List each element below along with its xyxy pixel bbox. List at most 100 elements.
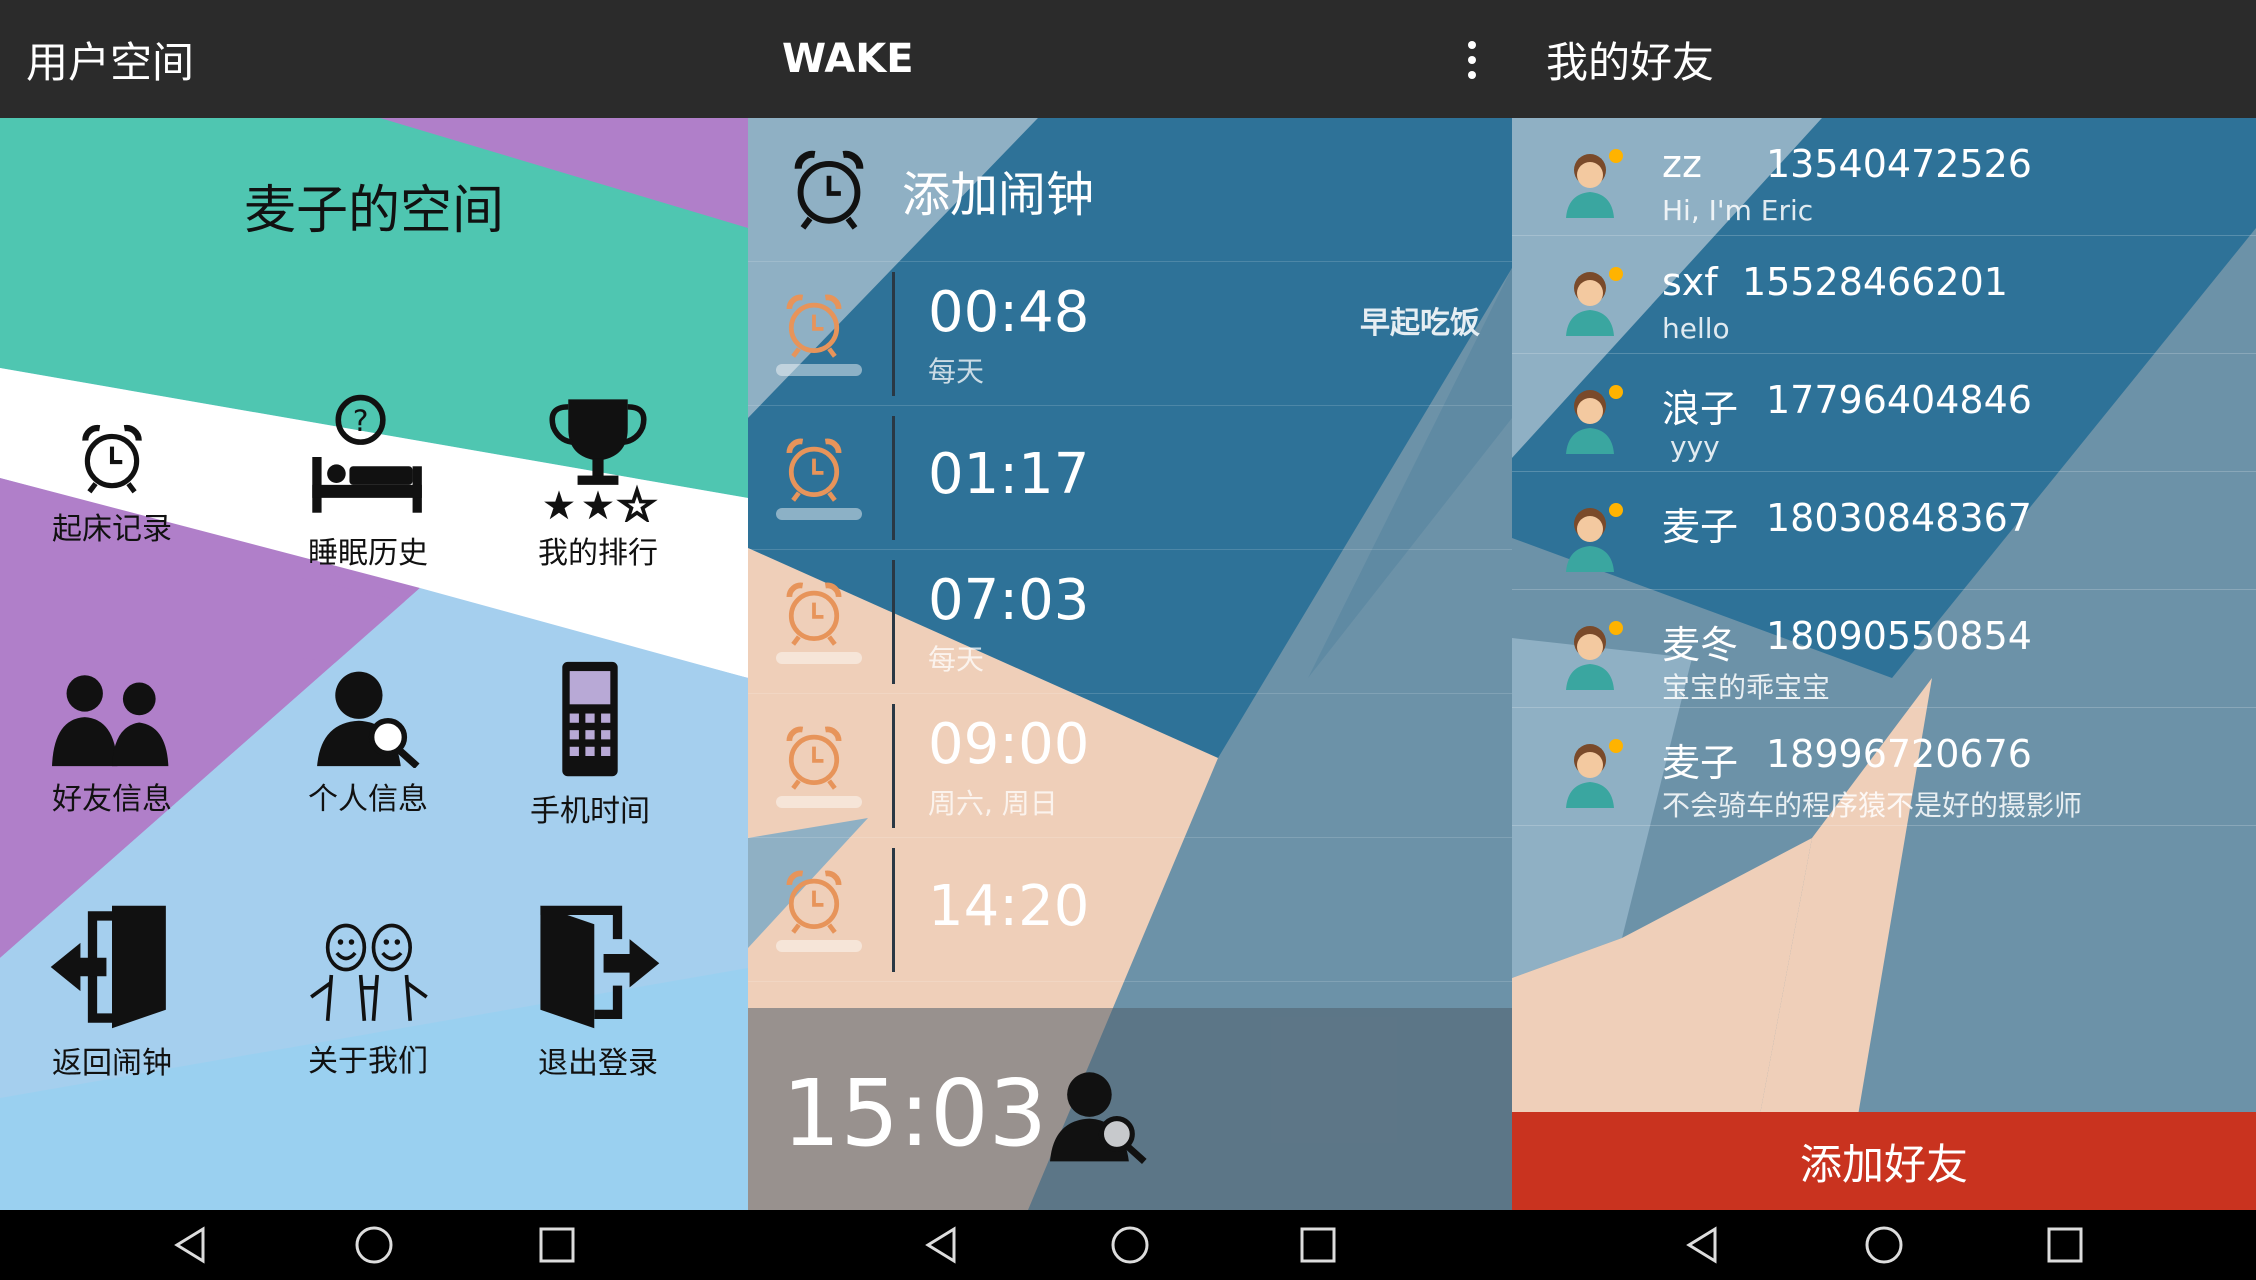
alarm-item[interactable]: 09:00 周六, 周日 [748, 694, 1512, 838]
tile-wake-records[interactable]: 起床记录 [12, 420, 212, 548]
mobile-phone-icon [562, 661, 618, 777]
alarm-toggle[interactable] [776, 508, 862, 520]
tile-label: 我的排行 [538, 536, 658, 571]
friend-phone: 17796404846 [1766, 378, 2032, 422]
friend-phone: 13540472526 [1766, 142, 2032, 186]
svg-text:?: ? [353, 404, 369, 439]
recents-icon[interactable] [535, 1223, 579, 1267]
alarm-item[interactable]: 01:17 [748, 406, 1512, 550]
avatar-icon [1566, 149, 1623, 218]
home-icon[interactable] [1862, 1223, 1906, 1267]
alarm-time: 00:48 [928, 280, 1090, 345]
overflow-menu-icon[interactable] [1466, 40, 1478, 80]
bed-question-icon: ? [312, 394, 422, 513]
alarm-clock-icon [778, 866, 850, 938]
avatar-icon [1566, 503, 1623, 572]
friend-item[interactable]: sxf 15528466201 hello [1512, 236, 2256, 354]
alarm-item[interactable]: 14:20 [748, 838, 1512, 982]
current-time-bar: 15:03 [748, 1008, 1512, 1210]
add-alarm-row[interactable]: 添加闹钟 [748, 118, 1512, 262]
friend-name: 麦冬 [1662, 623, 1739, 667]
home-icon[interactable] [1108, 1223, 1152, 1267]
add-alarm-label: 添加闹钟 [902, 166, 1095, 223]
wake-alarm-screen: WAKE 添加闹钟 00:48 每天 早起吃饭 01:17 07:03 每天 0… [748, 0, 1512, 1280]
alarm-clock-icon [778, 578, 850, 650]
alarm-time: 07:03 [928, 568, 1090, 633]
back-icon[interactable] [169, 1223, 213, 1267]
tile-sleep-history[interactable]: ? 睡眠历史 [268, 392, 468, 572]
divider [892, 272, 895, 396]
tile-phone-time[interactable]: 手机时间 [490, 660, 690, 830]
alarm-clock-icon [778, 290, 850, 362]
system-nav-bar [1512, 1210, 2256, 1280]
tile-label: 好友信息 [52, 782, 172, 817]
alarm-note: 早起吃饭 [1360, 306, 1480, 341]
add-friend-button[interactable]: 添加好友 [1512, 1112, 2256, 1210]
person-search-icon[interactable] [1038, 1056, 1158, 1176]
home-icon[interactable] [352, 1223, 396, 1267]
friend-phone: 15528466201 [1742, 260, 2008, 304]
happy-people-icon [310, 923, 428, 1021]
back-icon[interactable] [920, 1223, 964, 1267]
divider [892, 416, 895, 540]
tile-my-ranking[interactable]: 我的排行 [498, 392, 698, 572]
alarm-time: 09:00 [928, 712, 1090, 777]
friend-name: 麦子 [1662, 505, 1739, 549]
app-bar-title: 用户空间 [26, 37, 195, 87]
alarm-toggle[interactable] [776, 652, 862, 664]
door-exit-icon [540, 905, 660, 1029]
alarm-toggle[interactable] [776, 940, 862, 952]
friend-message: 不会骑车的程序猿不是好的摄影师 [1662, 789, 2083, 822]
divider [892, 848, 895, 972]
friend-item[interactable]: 麦子 18030848367 [1512, 472, 2256, 590]
friend-name: 浪子 [1662, 387, 1739, 431]
tile-label: 手机时间 [530, 794, 650, 829]
tile-label: 睡眠历史 [308, 536, 428, 571]
alarm-toggle[interactable] [776, 796, 862, 808]
back-icon[interactable] [1681, 1223, 1725, 1267]
current-time: 15:03 [782, 1060, 1048, 1167]
divider [892, 560, 895, 684]
avatar-icon [1566, 739, 1623, 808]
app-bar-title: 我的好友 [1546, 37, 1715, 87]
tile-logout[interactable]: 退出登录 [498, 902, 698, 1082]
tile-label: 个人信息 [308, 782, 428, 817]
alarm-time: 14:20 [928, 874, 1090, 939]
user-space-screen: 用户空间 麦子的空间 起床记录 ? 睡眠历史 我的排行 好友信息 个人信息 手机… [0, 0, 748, 1280]
space-title: 麦子的空间 [243, 181, 504, 241]
friend-name: sxf [1662, 260, 1718, 304]
divider [892, 704, 895, 828]
tile-label: 退出登录 [538, 1046, 658, 1081]
alarm-clock-icon [778, 722, 850, 794]
alarm-toggle[interactable] [776, 364, 862, 376]
person-search-icon [317, 671, 420, 768]
tile-about-us[interactable]: 关于我们 [268, 920, 468, 1080]
alarm-time: 01:17 [928, 442, 1090, 507]
app-bar: 我的好友 [1512, 0, 2256, 118]
alarm-item[interactable]: 00:48 每天 早起吃饭 [748, 262, 1512, 406]
friend-item[interactable]: zz 13540472526 Hi, I'm Eric [1512, 118, 2256, 236]
alarm-item[interactable]: 07:03 每天 [748, 550, 1512, 694]
friend-name: 麦子 [1662, 741, 1739, 785]
alarm-clock-icon [784, 145, 874, 235]
alarm-clock-icon [778, 434, 850, 506]
friend-phone: 18090550854 [1766, 614, 2032, 658]
tile-personal-info[interactable]: 个人信息 [268, 668, 468, 818]
friend-item[interactable]: 浪子 17796404846 yyy [1512, 354, 2256, 472]
recents-icon[interactable] [1296, 1223, 1340, 1267]
app-bar: 用户空间 [0, 0, 748, 118]
system-nav-bar [748, 1210, 1512, 1280]
friend-item[interactable]: 麦子 18996720676 不会骑车的程序猿不是好的摄影师 [1512, 708, 2256, 826]
my-friends-screen: 我的好友 zz 13540472526 Hi, I'm Eric sxf 155… [1512, 0, 2256, 1280]
friend-message: yyy [1670, 430, 1720, 463]
tile-label: 关于我们 [308, 1044, 428, 1079]
tile-label: 返回闹钟 [52, 1046, 172, 1081]
friend-item[interactable]: 麦冬 18090550854 宝宝的乖宝宝 [1512, 590, 2256, 708]
tile-back-to-alarm[interactable]: 返回闹钟 [12, 902, 212, 1082]
friend-message: Hi, I'm Eric [1662, 194, 1814, 227]
friend-phone: 18996720676 [1766, 732, 2032, 776]
tile-friend-info[interactable]: 好友信息 [12, 668, 212, 818]
recents-icon[interactable] [2043, 1223, 2087, 1267]
app-bar-title: WAKE [782, 36, 914, 82]
avatar-icon [1566, 621, 1623, 690]
